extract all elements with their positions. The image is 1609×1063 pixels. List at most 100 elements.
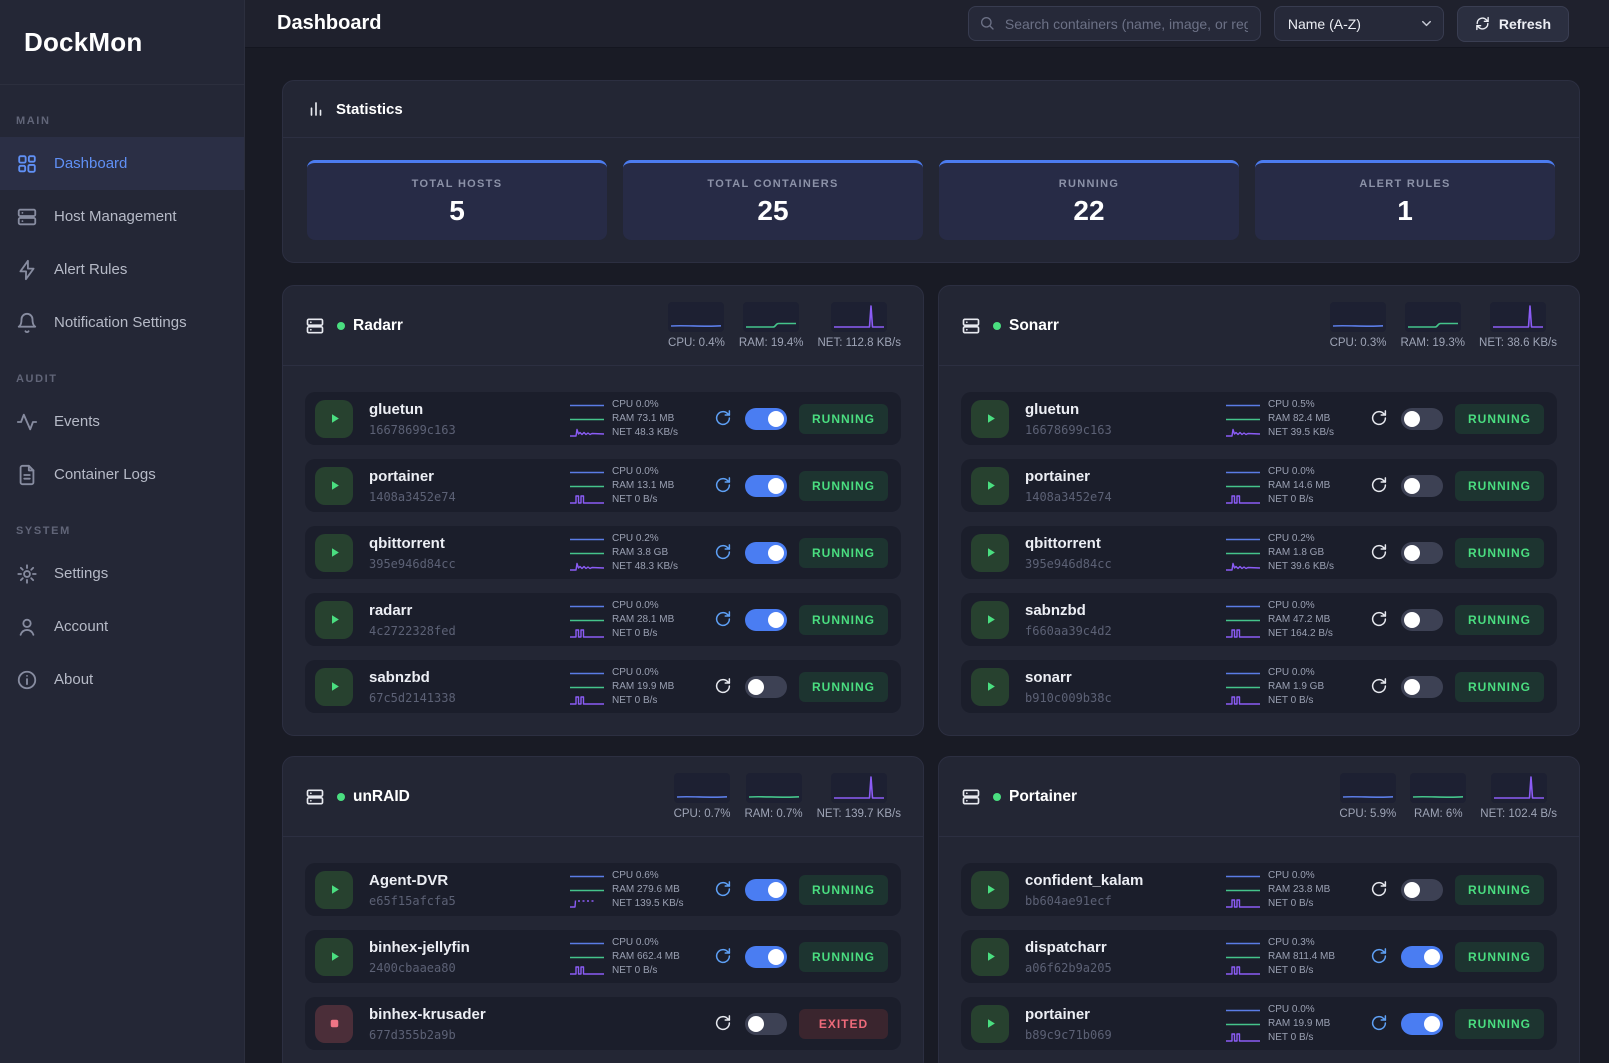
autorestart-toggle[interactable] — [1401, 879, 1443, 901]
restart-icon — [714, 476, 732, 494]
status-badge: RUNNING — [1455, 538, 1544, 568]
container-id: b89c9c71b069 — [1025, 1028, 1213, 1042]
container-metrics: CPU 0.0% RAM 13.1 MB NET 0 B/s — [569, 466, 701, 506]
restart-container-icon[interactable] — [713, 947, 733, 967]
container-name: portainer — [369, 468, 557, 486]
restart-container-icon[interactable] — [713, 409, 733, 429]
container-info: sabnzbd f660aa39c4d2 — [1021, 602, 1213, 638]
sidebar-item-notification-settings[interactable]: Notification Settings — [0, 296, 244, 349]
restart-container-icon[interactable] — [713, 1014, 733, 1034]
net-metric: NET 48.3 KB/s — [569, 561, 701, 573]
container-name: Agent-DVR — [369, 872, 557, 890]
sidebar-section: SYSTEM Settings Account About — [0, 501, 244, 706]
autorestart-toggle[interactable] — [1401, 475, 1443, 497]
sparkline — [569, 466, 605, 477]
start-container-button[interactable] — [971, 534, 1009, 572]
start-container-button[interactable] — [971, 467, 1009, 505]
net-metric: NET 39.6 KB/s — [1225, 561, 1357, 573]
host-metric: CPU: 0.3% — [1330, 302, 1387, 349]
host-header: Radarr CPU: 0.4% RAM: 19.4% NET: 112.8 K… — [283, 286, 923, 366]
start-container-button[interactable] — [971, 938, 1009, 976]
autorestart-toggle[interactable] — [1401, 1013, 1443, 1035]
start-container-button[interactable] — [315, 601, 353, 639]
restart-container-icon[interactable] — [1369, 677, 1389, 697]
start-container-button[interactable] — [315, 534, 353, 572]
ram-value: RAM 23.8 MB — [1268, 884, 1330, 895]
autorestart-toggle[interactable] — [745, 542, 787, 564]
restart-container-icon[interactable] — [713, 610, 733, 630]
restart-icon — [1370, 1014, 1388, 1032]
sparkline — [569, 628, 605, 639]
autorestart-toggle[interactable] — [1401, 946, 1443, 968]
status-badge: RUNNING — [1455, 875, 1544, 905]
play-icon — [983, 882, 998, 897]
container-name: sabnzbd — [1025, 602, 1213, 620]
net-value: NET 0 B/s — [612, 965, 657, 976]
start-container-button[interactable] — [971, 871, 1009, 909]
autorestart-toggle[interactable] — [745, 879, 787, 901]
container-row: binhex-krusader 677d355b2a9b EXITED — [305, 997, 901, 1050]
sidebar-item-account[interactable]: Account — [0, 600, 244, 653]
stop-container-button[interactable] — [315, 1005, 353, 1043]
sparkline — [569, 413, 605, 424]
autorestart-toggle[interactable] — [745, 1013, 787, 1035]
container-name: radarr — [369, 602, 557, 620]
ram-metric: RAM 13.1 MB — [569, 480, 701, 492]
toggle-knob — [768, 411, 784, 427]
restart-container-icon[interactable] — [713, 677, 733, 697]
autorestart-toggle[interactable] — [1401, 609, 1443, 631]
sidebar-item-host-management[interactable]: Host Management — [0, 190, 244, 243]
host-header: unRAID CPU: 0.7% RAM: 0.7% NET: 139.7 KB… — [283, 757, 923, 837]
restart-container-icon[interactable] — [713, 476, 733, 496]
sidebar-item-about[interactable]: About — [0, 653, 244, 706]
container-info: portainer 1408a3452e74 — [365, 468, 557, 504]
refresh-button[interactable]: Refresh — [1457, 6, 1569, 42]
restart-container-icon[interactable] — [713, 880, 733, 900]
host-metric-chart — [1340, 773, 1396, 803]
start-container-button[interactable] — [315, 871, 353, 909]
stat-card: ALERT RULES 1 — [1255, 160, 1555, 240]
start-container-button[interactable] — [971, 601, 1009, 639]
autorestart-toggle[interactable] — [745, 609, 787, 631]
restart-container-icon[interactable] — [713, 543, 733, 563]
sidebar-item-alert-rules[interactable]: Alert Rules — [0, 243, 244, 296]
host-metric-chart — [831, 302, 887, 332]
autorestart-toggle[interactable] — [1401, 676, 1443, 698]
start-container-button[interactable] — [315, 400, 353, 438]
restart-container-icon[interactable] — [1369, 476, 1389, 496]
restart-container-icon[interactable] — [1369, 880, 1389, 900]
sidebar-item-settings[interactable]: Settings — [0, 547, 244, 600]
cpu-metric: CPU 0.6% — [569, 870, 701, 882]
autorestart-toggle[interactable] — [745, 676, 787, 698]
sidebar-item-dashboard[interactable]: Dashboard — [0, 137, 244, 190]
sidebar-item-events[interactable]: Events — [0, 395, 244, 448]
autorestart-toggle[interactable] — [1401, 542, 1443, 564]
start-container-button[interactable] — [971, 400, 1009, 438]
start-container-button[interactable] — [315, 668, 353, 706]
cpu-metric: CPU 0.2% — [569, 533, 701, 545]
cpu-metric: CPU 0.0% — [569, 937, 701, 949]
stat-card: RUNNING 22 — [939, 160, 1239, 240]
restart-container-icon[interactable] — [1369, 543, 1389, 563]
sidebar-item-container-logs[interactable]: Container Logs — [0, 448, 244, 501]
start-container-button[interactable] — [315, 938, 353, 976]
sparkline — [1225, 614, 1261, 625]
play-icon — [983, 949, 998, 964]
autorestart-toggle[interactable] — [1401, 408, 1443, 430]
sort-select[interactable]: Name (A-Z) — [1274, 6, 1444, 41]
autorestart-toggle[interactable] — [745, 408, 787, 430]
start-container-button[interactable] — [971, 668, 1009, 706]
restart-icon — [714, 543, 732, 561]
play-icon — [327, 679, 342, 694]
autorestart-toggle[interactable] — [745, 475, 787, 497]
restart-container-icon[interactable] — [1369, 409, 1389, 429]
restart-container-icon[interactable] — [1369, 947, 1389, 967]
start-container-button[interactable] — [971, 1005, 1009, 1043]
restart-container-icon[interactable] — [1369, 1014, 1389, 1034]
start-container-button[interactable] — [315, 467, 353, 505]
restart-icon — [1370, 476, 1388, 494]
search-input[interactable] — [968, 6, 1261, 41]
stat-label: TOTAL HOSTS — [412, 178, 503, 190]
autorestart-toggle[interactable] — [745, 946, 787, 968]
restart-container-icon[interactable] — [1369, 610, 1389, 630]
